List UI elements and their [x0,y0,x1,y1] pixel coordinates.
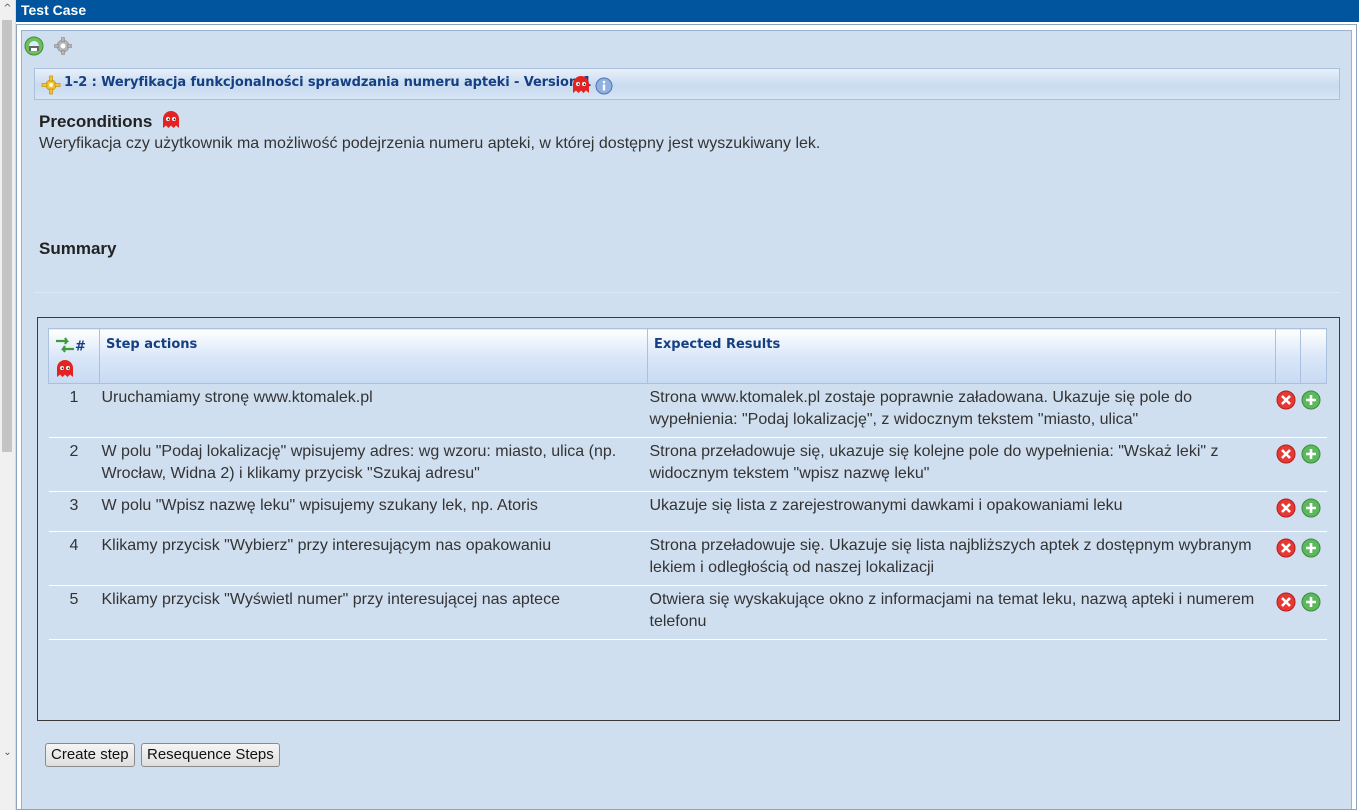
add-icon[interactable] [1301,498,1321,522]
step-expected-result[interactable]: Strona www.ktomalek.pl zostaje poprawnie… [647,383,1276,438]
add-icon[interactable] [1301,390,1321,414]
table-row[interactable]: 2 W polu "Podaj lokalizację" wpisujemy a… [48,437,1327,492]
column-header-number[interactable]: # [48,328,100,384]
add-step-button[interactable] [1300,585,1327,640]
add-step-button[interactable] [1300,531,1327,586]
step-action[interactable]: W polu "Podaj lokalizację" wpisujemy adr… [99,437,648,492]
delete-icon[interactable] [1276,498,1296,522]
delete-step-button[interactable] [1275,531,1301,586]
step-expected-result[interactable]: Strona przeładowuje się. Ukazuje się lis… [647,531,1276,586]
scroll-down-icon[interactable]: ⌄ [2,747,13,758]
divider [34,292,1340,293]
ghost-icon[interactable] [55,359,93,383]
steps-container: # Step actions Expected Results 1 Urucha… [37,317,1340,721]
delete-icon[interactable] [1276,390,1296,414]
table-row[interactable]: 5 Klikamy przycisk "Wyświetl numer" przy… [48,585,1327,640]
add-icon[interactable] [1301,592,1321,616]
test-case-panel: 1-2 : Weryfikacja funkcjonalności sprawd… [16,24,1357,810]
column-header-step-actions[interactable]: Step actions [99,328,648,384]
reorder-icon[interactable] [55,337,75,357]
delete-icon[interactable] [1276,444,1296,468]
step-number: 2 [48,437,100,492]
add-step-button[interactable] [1300,491,1327,532]
step-buttons: Create step Resequence Steps [45,743,282,767]
step-expected-result[interactable]: Strona przeładowuje się, ukazuje się kol… [647,437,1276,492]
add-icon[interactable] [1301,444,1321,468]
preconditions-heading: Preconditions [39,110,181,135]
delete-step-button[interactable] [1275,585,1301,640]
step-number: 5 [48,585,100,640]
printer-icon[interactable] [24,36,44,56]
table-row[interactable]: 1 Uruchamiamy stronę www.ktomalek.pl Str… [48,383,1327,438]
step-expected-result[interactable]: Otwiera się wyskakujące okno z informacj… [647,585,1276,640]
table-row[interactable]: 4 Klikamy przycisk "Wybierz" przy intere… [48,531,1327,586]
scroll-up-icon[interactable]: ^ [2,3,13,14]
column-header-expected-results[interactable]: Expected Results [647,328,1276,384]
step-action[interactable]: W polu "Wpisz nazwę leku" wpisujemy szuk… [99,491,648,532]
table-row[interactable]: 3 W polu "Wpisz nazwę leku" wpisujemy sz… [48,491,1327,532]
column-header-delete [1275,328,1301,384]
column-number-label: # [75,339,86,355]
column-header-add [1300,328,1327,384]
step-number: 3 [48,491,100,532]
create-step-button[interactable]: Create step [45,743,135,767]
delete-icon[interactable] [1276,538,1296,562]
ghost-icon[interactable] [571,75,591,100]
window-title: Test Case [16,0,1359,22]
add-icon[interactable] [1301,538,1321,562]
step-number: 4 [48,531,100,586]
vertical-scrollbar[interactable]: ^ ⌄ [0,0,16,810]
step-action[interactable]: Klikamy przycisk "Wybierz" przy interesu… [99,531,648,586]
delete-step-button[interactable] [1275,383,1301,438]
step-number: 1 [48,383,100,438]
add-step-button[interactable] [1300,383,1327,438]
info-icon[interactable] [595,77,613,100]
step-action[interactable]: Uruchamiamy stronę www.ktomalek.pl [99,383,648,438]
delete-icon[interactable] [1276,592,1296,616]
ghost-icon[interactable] [161,110,181,135]
scrollbar-thumb[interactable] [2,20,12,452]
resequence-steps-button[interactable]: Resequence Steps [141,743,280,767]
test-case-content: 1-2 : Weryfikacja funkcjonalności sprawd… [21,30,1352,809]
test-case-header: 1-2 : Weryfikacja funkcjonalności sprawd… [34,68,1340,100]
preconditions-label: Preconditions [39,111,153,131]
delete-step-button[interactable] [1275,437,1301,492]
preconditions-text: Weryfikacja czy użytkownik ma możliwość … [39,135,821,152]
test-case-title: 1-2 : Weryfikacja funkcjonalności sprawd… [64,75,592,90]
delete-step-button[interactable] [1275,491,1301,532]
gear-icon[interactable] [53,36,73,56]
add-step-button[interactable] [1300,437,1327,492]
step-action[interactable]: Klikamy przycisk "Wyświetl numer" przy i… [99,585,648,640]
steps-table: # Step actions Expected Results 1 Urucha… [48,328,1327,640]
gear-star-icon [41,75,61,100]
step-expected-result[interactable]: Ukazuje się lista z zarejestrowanymi daw… [647,491,1276,532]
summary-heading: Summary [39,239,117,258]
